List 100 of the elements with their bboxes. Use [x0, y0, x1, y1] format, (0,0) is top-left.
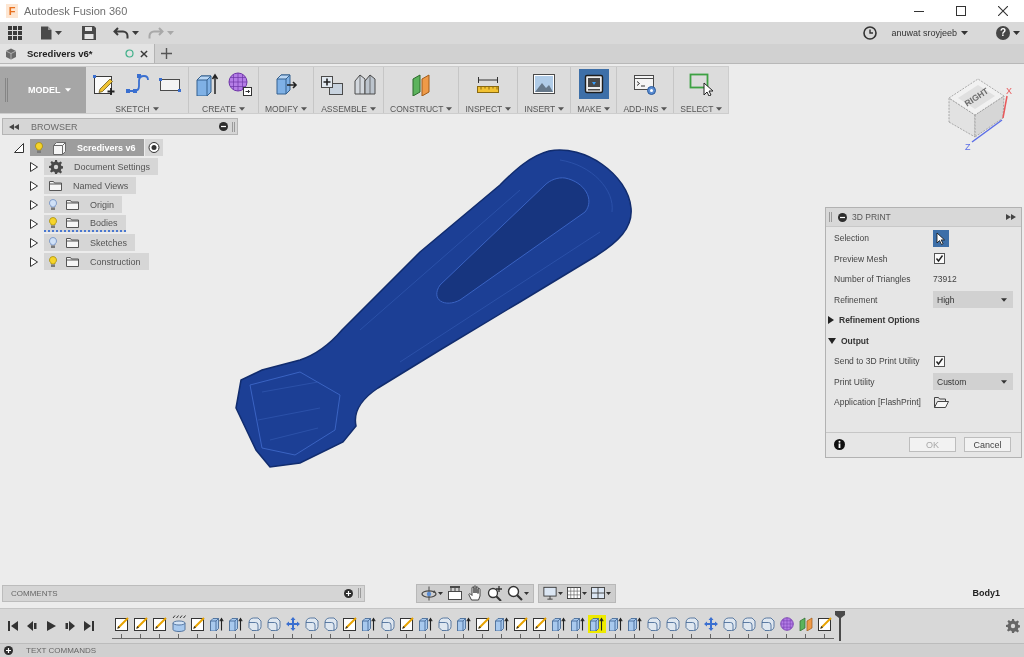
look-at-icon[interactable]	[447, 585, 463, 601]
spline-icon[interactable]	[125, 72, 149, 96]
toolbar-group-menu[interactable]: SELECT	[680, 104, 723, 114]
extrude-feature-icon[interactable]	[361, 616, 376, 631]
toolbar-group-menu[interactable]: INSPECT	[465, 104, 512, 114]
checkbox[interactable]	[934, 253, 945, 265]
undo-arrow-icon[interactable]	[113, 27, 129, 39]
cylinder-feature-icon[interactable]	[171, 614, 186, 633]
step-back-icon[interactable]	[26, 621, 37, 631]
fillet-feature-icon[interactable]	[665, 616, 680, 631]
browser-node[interactable]: Construction	[44, 253, 149, 270]
fillet-feature-icon[interactable]	[266, 616, 281, 631]
fillet-feature-icon[interactable]	[722, 616, 737, 631]
expanded-triangle-icon[interactable]	[828, 337, 836, 344]
browser-node[interactable]: Named Views	[44, 177, 137, 194]
caret-icon[interactable]	[438, 591, 443, 595]
apps-grid-icon[interactable]	[8, 26, 22, 40]
skip-to-end-icon[interactable]	[83, 621, 94, 631]
press-pull-icon[interactable]	[274, 72, 299, 96]
caret-icon[interactable]	[524, 591, 529, 595]
viewports-icon[interactable]	[591, 587, 605, 599]
light-bulb-icon[interactable]	[49, 237, 57, 248]
fillet-feature-icon[interactable]	[247, 616, 262, 631]
section-title[interactable]: Output	[841, 335, 869, 346]
plus-circle-icon[interactable]	[344, 588, 353, 598]
save-icon[interactable]	[82, 26, 96, 40]
fillet-feature-icon[interactable]	[323, 616, 338, 631]
play-icon[interactable]	[45, 621, 56, 631]
step-forward-icon[interactable]	[64, 621, 75, 631]
section-title[interactable]: Refinement Options	[839, 315, 920, 326]
browser-node[interactable]: Bodies	[44, 215, 126, 232]
script-icon[interactable]	[633, 72, 658, 96]
plus-circle-icon[interactable]	[4, 646, 13, 655]
extrude-feature-icon[interactable]	[587, 614, 606, 633]
sketch-feature-icon[interactable]	[513, 616, 528, 631]
timeline-marker-icon[interactable]	[835, 611, 845, 641]
browser-node[interactable]: Document Settings	[44, 158, 159, 175]
sketch-feature-icon[interactable]	[475, 616, 490, 631]
light-bulb-icon[interactable]	[49, 217, 57, 228]
select-cursor-icon[interactable]	[689, 72, 714, 96]
caret-icon[interactable]	[1013, 31, 1020, 35]
collapsed-triangle-icon[interactable]	[30, 218, 38, 229]
sketch-feature-icon[interactable]	[133, 616, 148, 631]
extrude-feature-icon[interactable]	[551, 616, 566, 631]
collapsed-triangle-icon[interactable]	[828, 316, 834, 325]
zoom-window-icon[interactable]	[487, 585, 503, 601]
info-icon[interactable]	[834, 439, 845, 450]
expand-arrows-icon[interactable]	[1006, 214, 1016, 220]
collapsed-triangle-icon[interactable]	[30, 199, 38, 210]
fillet-feature-icon[interactable]	[741, 616, 756, 631]
fillet-feature-icon[interactable]	[380, 616, 395, 631]
joint-icon[interactable]	[353, 72, 378, 96]
fillet-feature-icon[interactable]	[684, 616, 699, 631]
clock-icon[interactable]	[863, 26, 878, 40]
minus-circle-icon[interactable]	[838, 212, 847, 222]
fillet-feature-icon[interactable]	[760, 616, 775, 631]
expanded-triangle-icon[interactable]	[14, 142, 24, 153]
collapsed-triangle-icon[interactable]	[30, 237, 38, 248]
light-bulb-icon[interactable]	[49, 199, 57, 210]
selection-button[interactable]	[933, 229, 949, 247]
sketch-feature-icon[interactable]	[342, 616, 357, 631]
extrude-feature-icon[interactable]	[418, 616, 433, 631]
zoom-icon[interactable]	[507, 585, 523, 601]
sketch-feature-icon[interactable]	[399, 616, 414, 631]
toolbar-group-menu[interactable]: CREATE	[202, 104, 245, 114]
toolbar-group-menu[interactable]: CONSTRUCT	[390, 104, 453, 114]
caret-icon[interactable]	[606, 591, 611, 595]
printer-icon[interactable]	[578, 69, 609, 99]
dropdown[interactable]: Custom	[933, 373, 1013, 391]
caret-icon[interactable]	[55, 31, 62, 35]
extrude-feature-icon[interactable]	[209, 616, 224, 631]
user-menu[interactable]: anuwat sroyjeeb	[891, 25, 968, 41]
close-icon[interactable]	[140, 49, 148, 58]
extrude-feature-icon[interactable]	[456, 616, 471, 631]
collapsed-triangle-icon[interactable]	[30, 180, 38, 191]
toolbar-group-menu[interactable]: ASSEMBLE	[321, 104, 376, 114]
display-monitor-icon[interactable]	[543, 586, 557, 600]
sketch-pencil-icon[interactable]	[92, 72, 116, 96]
collapsed-triangle-icon[interactable]	[30, 161, 38, 172]
dialog-button[interactable]: Cancel	[964, 437, 1011, 452]
collapse-arrows-icon[interactable]	[9, 123, 19, 130]
move-arrows-icon[interactable]	[703, 616, 718, 631]
file-icon[interactable]	[40, 26, 52, 40]
toolbar-group-menu[interactable]: INSERT	[524, 104, 565, 114]
dropdown[interactable]: High	[933, 291, 1013, 309]
sphere-grid-icon[interactable]	[228, 72, 252, 96]
toolbar-group-menu[interactable]: MODIFY	[265, 104, 308, 114]
settings-icon[interactable]	[1006, 619, 1020, 633]
orbit-icon[interactable]	[421, 585, 437, 601]
activate-radio[interactable]	[144, 139, 163, 156]
fillet-feature-icon[interactable]	[646, 616, 661, 631]
fillet-feature-icon[interactable]	[437, 616, 452, 631]
sketch-feature-icon[interactable]	[532, 616, 547, 631]
image-icon[interactable]	[532, 72, 557, 96]
toolbar-group-menu[interactable]: ADD-INS	[623, 104, 668, 114]
extrude-feature-icon[interactable]	[608, 616, 623, 631]
caret-icon[interactable]	[558, 591, 563, 595]
browser-node[interactable]: Sketches	[44, 234, 136, 251]
minus-circle-icon[interactable]	[219, 122, 228, 131]
caret-icon[interactable]	[132, 31, 139, 35]
